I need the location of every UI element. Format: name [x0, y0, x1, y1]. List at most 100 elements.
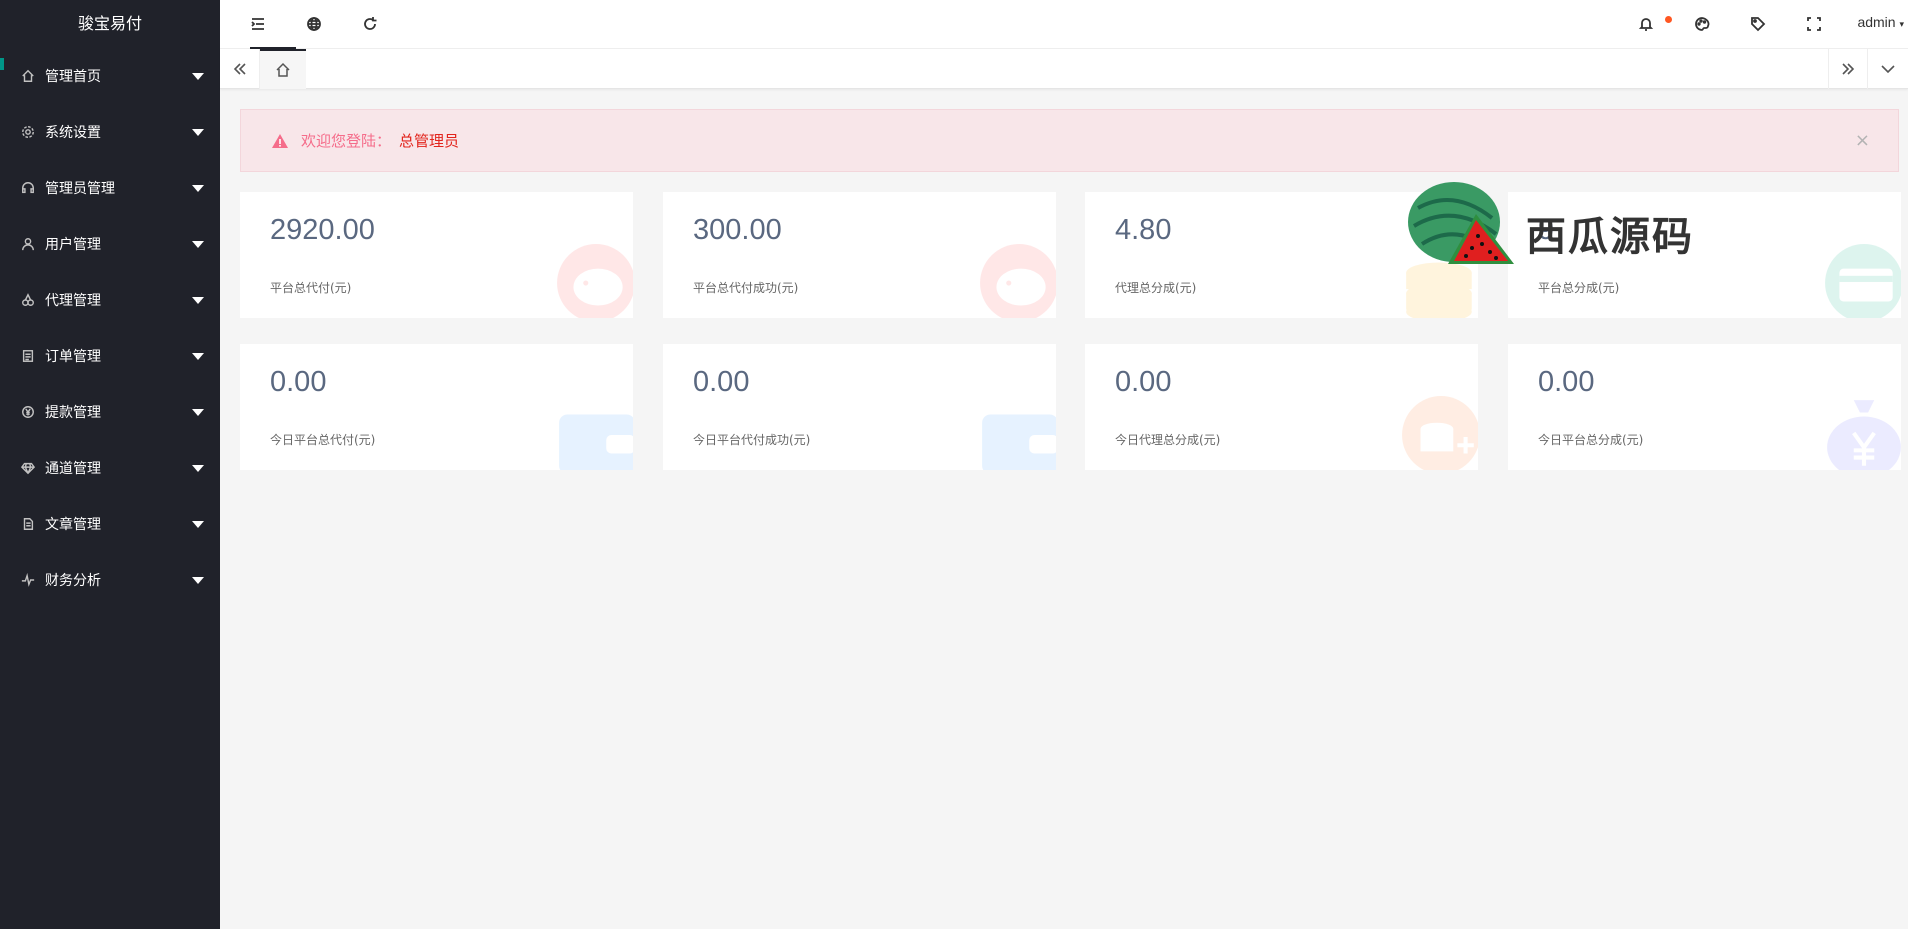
piggy-bank-icon — [980, 244, 1056, 318]
sidebar-item-settings[interactable]: 系统设置 — [0, 104, 220, 160]
chevron-down-icon — [1881, 65, 1895, 74]
stat-value: 0.00 — [270, 366, 327, 398]
watermark-logo: 西瓜源码 — [1396, 178, 1726, 278]
sidebar-item-finance[interactable]: 财务分析 — [0, 552, 220, 608]
tabs-dropdown-button[interactable] — [1868, 49, 1908, 89]
stat-label: 平台总分成(元) — [1538, 281, 1620, 295]
alert-username: 总管理员 — [399, 132, 460, 150]
watermelon-icon — [1408, 182, 1514, 264]
stat-label: 今日平台总代付(元) — [270, 433, 376, 447]
caret-down-icon — [192, 128, 204, 136]
pulse-icon — [20, 572, 36, 588]
refresh-icon[interactable] — [358, 12, 382, 36]
sidebar-item-users[interactable]: 用户管理 — [0, 216, 220, 272]
stat-card-today-platform-commission: 0.00 今日平台总分成(元) — [1508, 344, 1901, 470]
caret-down-icon — [192, 72, 204, 80]
stat-card-total-payout-success: 300.00 平台总代付成功(元) — [663, 192, 1056, 318]
caret-down-icon — [192, 408, 204, 416]
wallet-icon — [982, 414, 1056, 470]
username: admin — [1857, 14, 1896, 30]
home-icon — [20, 68, 36, 84]
sidebar-item-articles[interactable]: 文章管理 — [0, 496, 220, 552]
stat-card-total-payout: 2920.00 平台总代付(元) — [240, 192, 633, 318]
sidebar-item-orders[interactable]: 订单管理 — [0, 328, 220, 384]
stat-value: 2920.00 — [270, 214, 375, 246]
chevron-down-icon: ▾ — [1899, 19, 1904, 29]
caret-down-icon — [192, 296, 204, 304]
top-header: admin ▾ — [220, 0, 1908, 49]
stat-value: 4.80 — [1115, 214, 1172, 246]
app-logo: 骏宝易付 — [77, 14, 142, 33]
headset-icon — [20, 180, 36, 196]
coin-plus-icon — [1402, 396, 1478, 470]
caret-down-icon — [192, 520, 204, 528]
sidebar-item-admins[interactable]: 管理员管理 — [0, 160, 220, 216]
sidebar-item-label: 提款管理 — [45, 405, 101, 421]
double-chevron-right-icon — [1842, 63, 1855, 75]
stat-label: 今日平台代付成功(元) — [693, 433, 811, 447]
stat-label: 平台总代付(元) — [270, 281, 352, 295]
yen-circle-icon — [20, 404, 36, 420]
stat-card-today-agent-commission: 0.00 今日代理总分成(元) — [1085, 344, 1478, 470]
tab-home[interactable] — [260, 49, 306, 89]
close-icon[interactable]: × — [1855, 130, 1870, 151]
globe-icon[interactable] — [302, 12, 326, 36]
sidebar-item-home[interactable]: 管理首页 — [0, 48, 220, 104]
home-icon — [276, 62, 290, 77]
sidebar-item-label: 管理首页 — [45, 69, 101, 85]
wallet-icon — [559, 414, 633, 470]
sidebar-item-withdrawals[interactable]: 提款管理 — [0, 384, 220, 440]
caret-down-icon — [192, 576, 204, 584]
sidebar-item-label: 订单管理 — [45, 349, 101, 365]
agent-icon — [20, 292, 36, 308]
stat-label: 今日平台总分成(元) — [1538, 433, 1644, 447]
caret-down-icon — [192, 352, 204, 360]
user-icon — [20, 236, 36, 252]
sidebar-item-label: 文章管理 — [45, 517, 101, 533]
stat-value: 0.00 — [1115, 366, 1172, 398]
caret-down-icon — [192, 464, 204, 472]
tabs-bar — [220, 49, 1908, 89]
sidebar-item-label: 代理管理 — [45, 293, 101, 309]
sidebar-item-label: 用户管理 — [45, 237, 101, 253]
document-icon — [20, 516, 36, 532]
tabs-scroll-left-button[interactable] — [220, 49, 260, 89]
diamond-icon — [20, 460, 36, 476]
sidebar-item-label: 管理员管理 — [45, 181, 115, 197]
sidebar-item-label: 通道管理 — [45, 461, 101, 477]
stat-card-today-payout: 0.00 今日平台总代付(元) — [240, 344, 633, 470]
sidebar: 骏宝易付 管理首页 系统设置 管理员管理 用户管理 代理管理 订单管理 提款管理… — [0, 0, 220, 929]
tag-icon[interactable] — [1746, 12, 1770, 36]
sidebar-item-channels[interactable]: 通道管理 — [0, 440, 220, 496]
active-indicator — [0, 58, 4, 70]
tabs-scroll-right-button[interactable] — [1828, 49, 1868, 89]
stat-value: 0.00 — [1538, 366, 1595, 398]
caret-down-icon — [192, 240, 204, 248]
welcome-alert: 欢迎您登陆： 总管理员 × — [240, 109, 1899, 172]
piggy-bank-icon — [557, 244, 633, 318]
stat-label: 平台总代付成功(元) — [693, 281, 799, 295]
stat-value: 300.00 — [693, 214, 782, 246]
alert-text: 欢迎您登陆： — [301, 132, 392, 150]
warning-icon — [272, 133, 288, 148]
stat-card-today-payout-success: 0.00 今日平台代付成功(元) — [663, 344, 1056, 470]
user-menu[interactable]: admin ▾ — [1857, 14, 1908, 30]
stat-label: 代理总分成(元) — [1115, 281, 1197, 295]
fullscreen-icon[interactable] — [1802, 12, 1826, 36]
menu-toggle-icon[interactable] — [246, 12, 270, 36]
caret-down-icon — [192, 184, 204, 192]
double-chevron-left-icon — [233, 63, 246, 75]
gear-icon — [20, 124, 36, 140]
watermark-text: 西瓜源码 — [1526, 214, 1694, 260]
order-icon — [20, 348, 36, 364]
sidebar-item-label: 财务分析 — [45, 573, 101, 589]
stat-value: 0.00 — [693, 366, 750, 398]
money-bag-icon — [1827, 400, 1901, 470]
stat-label: 今日代理总分成(元) — [1115, 433, 1221, 447]
notification-dot — [1665, 16, 1672, 23]
theme-palette-icon[interactable] — [1690, 12, 1714, 36]
sidebar-item-label: 系统设置 — [45, 125, 101, 141]
sidebar-item-agents[interactable]: 代理管理 — [0, 272, 220, 328]
bell-icon[interactable] — [1634, 12, 1658, 36]
card-payment-icon — [1825, 244, 1901, 318]
